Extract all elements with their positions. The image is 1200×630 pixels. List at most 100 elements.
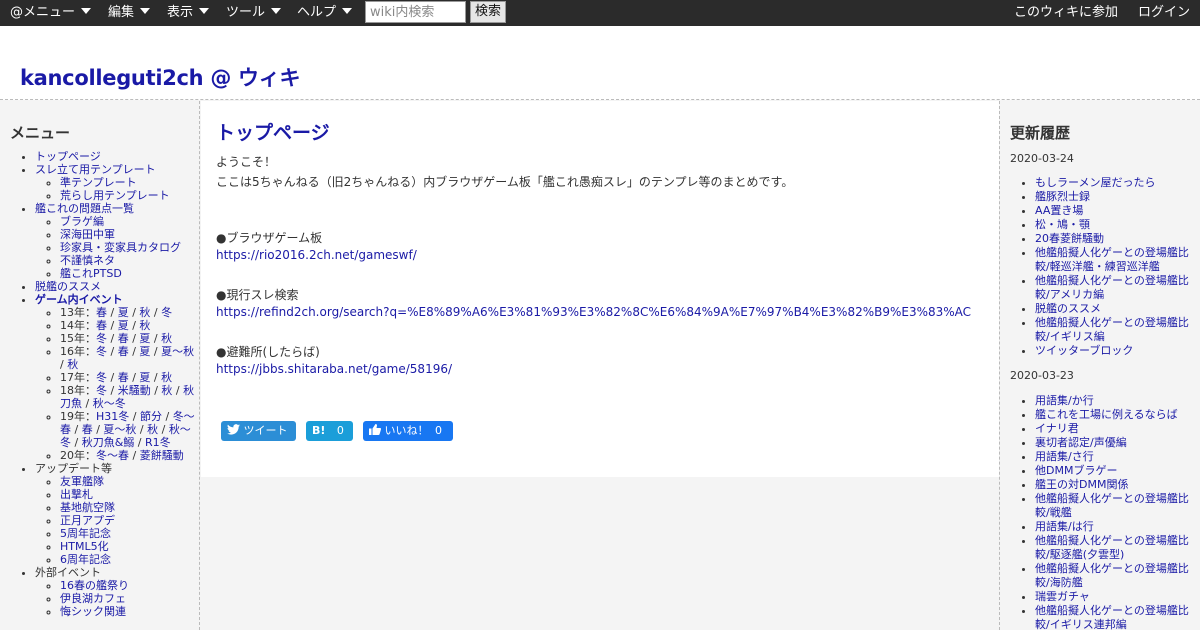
menu-dropdown[interactable]: @メニュー — [10, 0, 92, 26]
edit-dropdown[interactable]: 編集 — [108, 0, 151, 26]
recent-link[interactable]: 用語集/は行 — [1035, 520, 1094, 533]
refuge-link[interactable]: https://jbbs.shitaraba.net/game/58196/ — [216, 362, 452, 376]
event-link[interactable]: 春 — [118, 332, 129, 345]
event-link[interactable]: 冬 — [96, 384, 107, 397]
recent-link[interactable]: 脱艦のススメ — [1035, 302, 1101, 315]
recent-link[interactable]: 用語集/か行 — [1035, 394, 1094, 407]
recent-link[interactable]: 他艦船擬人化ゲーとの登場艦比較/駆逐艦(夕雲型) — [1035, 534, 1189, 561]
sidebar-link[interactable]: トップページ — [35, 150, 101, 163]
recent-link[interactable]: 艦これを工場に例えるならば — [1035, 408, 1178, 421]
help-dropdown[interactable]: ヘルプ — [297, 0, 353, 26]
event-link[interactable]: 冬 — [96, 345, 107, 358]
search-button[interactable]: 検索 — [470, 1, 506, 23]
sidebar-link[interactable]: 艦これの問題点一覧 — [35, 202, 134, 215]
sidebar-sublink[interactable]: 準テンプレート — [60, 176, 137, 189]
recent-link[interactable]: 艦王の対DMM関係 — [1035, 478, 1128, 491]
event-link[interactable]: 夏 — [139, 345, 150, 358]
event-link[interactable]: 秋〜冬 — [93, 397, 126, 410]
event-link[interactable]: 春 — [118, 345, 129, 358]
event-link[interactable]: 春 — [96, 306, 107, 319]
recent-link[interactable]: 他DMMブラゲー — [1035, 464, 1117, 477]
recent-link[interactable]: 瑞雲ガチャ — [1035, 590, 1090, 603]
page-title[interactable]: トップページ — [216, 118, 330, 145]
recent-link[interactable]: 他艦船擬人化ゲーとの登場艦比較/軽巡洋艦・練習巡洋艦 — [1035, 246, 1189, 273]
sidebar-sublink[interactable]: 悔シック関連 — [60, 605, 126, 618]
recent-link[interactable]: 用語集/さ行 — [1035, 450, 1094, 463]
sidebar-sublink[interactable]: 伊良湖カフェ — [60, 592, 126, 605]
event-link[interactable]: 秋 — [147, 423, 158, 436]
sidebar-sublink[interactable]: 6周年記念 — [60, 553, 111, 566]
event-link[interactable]: 夏 — [118, 306, 129, 319]
tweet-button[interactable]: ツイート — [221, 421, 296, 441]
event-link[interactable]: 秋 — [161, 384, 172, 397]
recent-link[interactable]: 他艦船擬人化ゲーとの登場艦比較/海防艦 — [1035, 562, 1189, 589]
sidebar-link[interactable]: スレ立て用テンプレート — [35, 163, 156, 176]
sidebar-sublink[interactable]: 荒らし用テンプレート — [60, 189, 170, 202]
sidebar-sublink[interactable]: 珍家具・変家具カタログ — [60, 241, 181, 254]
event-link[interactable]: 春 — [96, 319, 107, 332]
hatena-bookmark-button[interactable]: B! 0 — [306, 421, 353, 441]
recent-link[interactable]: もしラーメン屋だったら — [1035, 176, 1156, 189]
recent-link[interactable]: 松・鳩・顎 — [1035, 218, 1090, 231]
sidebar-sublink[interactable]: 深海田中軍 — [60, 228, 115, 241]
sidebar-subitem: 準テンプレート — [60, 176, 195, 189]
event-link[interactable]: 冬 — [161, 306, 172, 319]
event-link[interactable]: 節分 — [140, 410, 162, 423]
sidebar-sublink[interactable]: 不謹慎ネタ — [60, 254, 115, 267]
event-link[interactable]: 秋 — [161, 332, 172, 345]
event-link[interactable]: 夏〜秋 — [103, 423, 136, 436]
sidebar-sublink[interactable]: 出撃札 — [60, 488, 93, 501]
event-link[interactable]: 夏 — [139, 332, 150, 345]
sidebar-link[interactable]: 脱艦のススメ — [35, 280, 101, 293]
sidebar-sublink[interactable]: 艦これPTSD — [60, 267, 122, 280]
recent-link[interactable]: 艦豚烈士録 — [1035, 190, 1090, 203]
recent-link[interactable]: AA置き場 — [1035, 204, 1083, 217]
event-link[interactable]: 菱餅騒動 — [140, 449, 184, 462]
recent-link[interactable]: 20春菱餅騒動 — [1035, 232, 1104, 245]
recent-link[interactable]: 裏切者認定/声優編 — [1035, 436, 1127, 449]
event-link[interactable]: 秋 — [139, 319, 150, 332]
event-link[interactable]: 夏 — [118, 319, 129, 332]
recent-item: 裏切者認定/声優編 — [1035, 436, 1195, 450]
view-dropdown[interactable]: 表示 — [167, 0, 210, 26]
join-wiki-link[interactable]: このウィキに参加 — [1014, 0, 1118, 26]
recent-item: 瑞雲ガチャ — [1035, 590, 1195, 604]
event-link[interactable]: 冬 — [96, 371, 107, 384]
recent-link[interactable]: 他艦船擬人化ゲーとの登場艦比較/戦艦 — [1035, 492, 1189, 519]
recent-link[interactable]: 他艦船擬人化ゲーとの登場艦比較/イギリス編 — [1035, 316, 1189, 343]
event-link[interactable]: 米騒動 — [118, 384, 151, 397]
recent-link[interactable]: 他艦船擬人化ゲーとの登場艦比較/イギリス連邦編 — [1035, 604, 1189, 630]
sidebar-sublink[interactable]: ブラゲ編 — [60, 215, 104, 228]
recent-link[interactable]: ツイッターブロック — [1035, 344, 1133, 357]
event-link[interactable]: 春 — [82, 423, 93, 436]
event-link[interactable]: R1冬 — [145, 436, 171, 449]
event-link[interactable]: 春 — [118, 371, 129, 384]
sidebar-sublink[interactable]: 正月アプデ — [60, 514, 115, 527]
separator: / — [107, 332, 118, 345]
sidebar-sublink[interactable]: 友軍艦隊 — [60, 475, 104, 488]
event-link[interactable]: H31冬 — [96, 410, 129, 423]
sidebar-sublink[interactable]: 16春の艦祭り — [60, 579, 129, 592]
event-link[interactable]: 夏 — [139, 371, 150, 384]
sidebar-sublink[interactable]: HTML5化 — [60, 540, 109, 553]
sidebar-sublink[interactable]: 基地航空隊 — [60, 501, 115, 514]
wiki-search-input[interactable] — [365, 1, 466, 23]
event-link[interactable]: 冬〜春 — [96, 449, 129, 462]
recent-link[interactable]: 他艦船擬人化ゲーとの登場艦比較/アメリカ編 — [1035, 274, 1189, 301]
sidebar-link[interactable]: ゲーム内イベント — [35, 293, 123, 306]
thread-search-link[interactable]: https://refind2ch.org/search?q=%E8%89%A6… — [216, 305, 971, 319]
sidebar-sublink[interactable]: 5周年記念 — [60, 527, 111, 540]
facebook-like-button[interactable]: いいね！ 0 — [363, 421, 453, 441]
recent-link[interactable]: イナリ君 — [1035, 422, 1079, 435]
event-link[interactable]: 秋 — [139, 306, 150, 319]
login-link[interactable]: ログイン — [1138, 0, 1190, 26]
tools-dropdown[interactable]: ツール — [226, 0, 282, 26]
event-link[interactable]: 秋 — [161, 371, 172, 384]
separator: / — [150, 332, 162, 345]
site-title[interactable]: kancolleguti2ch @ ウィキ — [20, 62, 300, 92]
event-link[interactable]: 秋刀魚&鰯 — [82, 436, 135, 449]
event-link[interactable]: 冬 — [96, 332, 107, 345]
event-link[interactable]: 秋 — [67, 358, 78, 371]
event-link[interactable]: 夏～秋 — [161, 345, 194, 358]
board-link[interactable]: https://rio2016.2ch.net/gameswf/ — [216, 248, 417, 262]
